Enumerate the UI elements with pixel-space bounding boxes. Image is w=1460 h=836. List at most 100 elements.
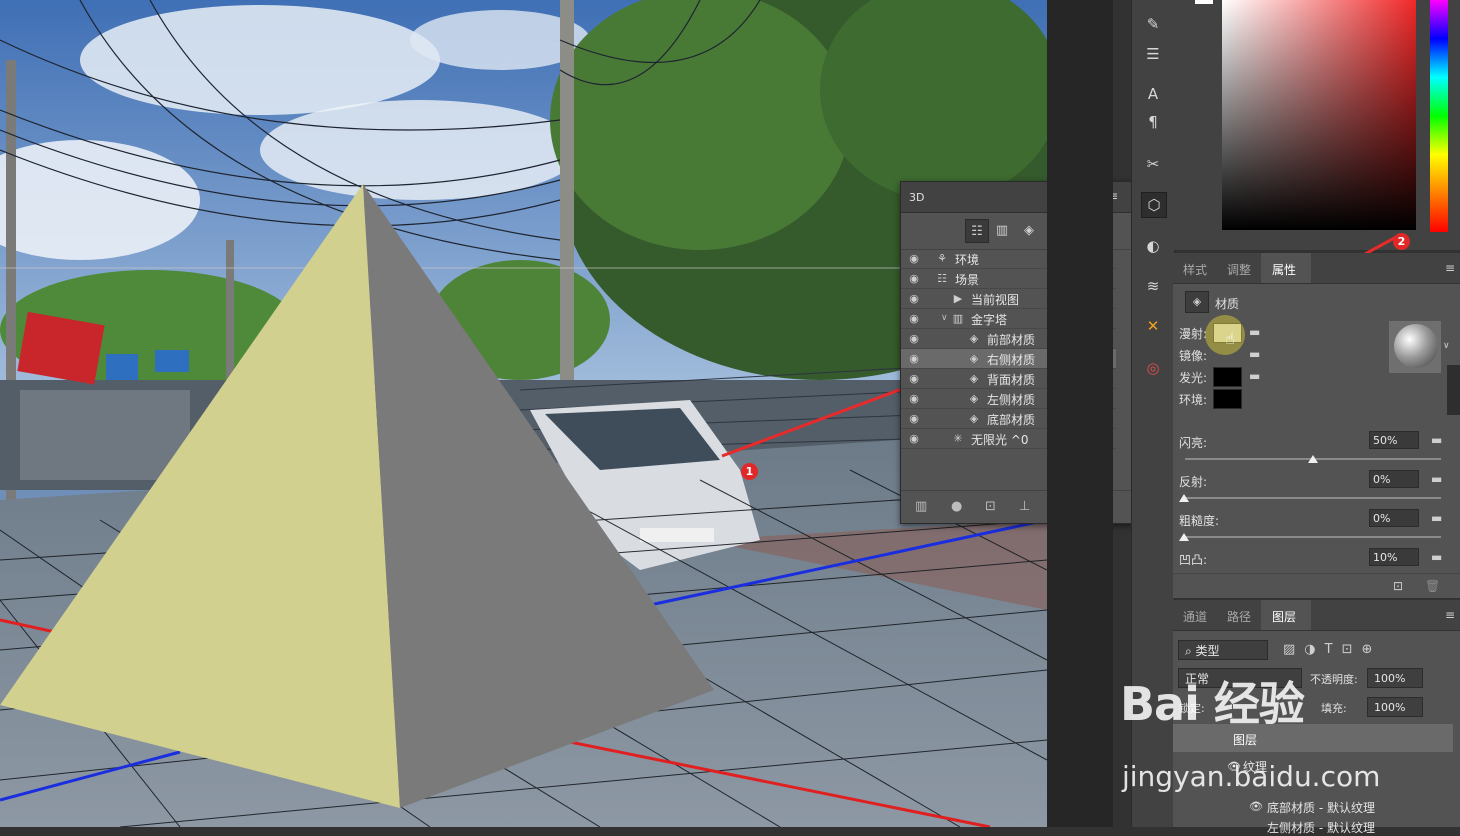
delete-material-icon[interactable]: 🗑 xyxy=(1425,579,1440,593)
blend-mode-select[interactable]: 正常 xyxy=(1178,668,1302,688)
diffuse-texture-folder-icon[interactable]: ▬ xyxy=(1249,325,1260,339)
tab-properties[interactable]: 属性 xyxy=(1272,261,1296,278)
panel-gutter xyxy=(1047,0,1113,827)
scene-render xyxy=(0,0,1047,827)
material-icon: ◈ xyxy=(969,372,979,385)
add-mesh-icon[interactable]: ▥ xyxy=(915,499,927,514)
material-icon: ◈ xyxy=(969,412,979,425)
ambient-color-swatch[interactable] xyxy=(1213,389,1242,409)
eye-icon[interactable]: ◉ xyxy=(907,432,921,445)
tool-presets-icon[interactable]: ✂ xyxy=(1141,152,1165,176)
eye-icon[interactable]: ◉ xyxy=(907,312,921,325)
character-icon[interactable]: A xyxy=(1141,82,1165,106)
texture-item-bottom[interactable]: 底部材质 - 默认纹理 xyxy=(1267,799,1375,816)
eye-icon[interactable]: ◉ xyxy=(907,352,921,365)
brush-settings-icon[interactable]: ✎ xyxy=(1141,12,1165,36)
annotation-marker-2: 2 xyxy=(1393,233,1410,250)
infinite-light-icon: ✳ xyxy=(953,432,963,445)
tree-row-label: 当前视图 xyxy=(971,293,1020,307)
illumination-color-swatch[interactable] xyxy=(1213,367,1242,387)
tab-channels[interactable]: 通道 xyxy=(1183,608,1207,625)
tree-row-label: 左侧材质 xyxy=(987,393,1036,407)
eye-icon[interactable]: ◉ xyxy=(907,372,921,385)
chevron-down-icon[interactable]: ∨ xyxy=(1443,341,1450,351)
scene-filter-icon[interactable]: ☷ xyxy=(965,219,989,243)
properties-panel: 样式 调整 属性 ≡ ◈ 材质 漫射: ☝ ▬ 镜像: ▬ 发光: ▬ 环境: … xyxy=(1173,253,1460,598)
specular-folder-icon[interactable]: ▬ xyxy=(1249,347,1260,361)
roughness-slider-knob[interactable] xyxy=(1179,533,1189,541)
color-wheel-icon[interactable]: ◎ xyxy=(1141,356,1165,380)
panel-menu-icon[interactable]: ≡ xyxy=(1445,261,1455,275)
tab-adjustments[interactable]: 调整 xyxy=(1227,261,1251,278)
camera-icon: ▶ xyxy=(953,292,963,305)
eye-icon[interactable]: ◉ xyxy=(907,292,921,305)
tools-icon[interactable]: ✕ xyxy=(1141,314,1165,338)
section-title: 材质 xyxy=(1215,297,1240,311)
eye-icon[interactable]: 👁 xyxy=(1227,760,1241,773)
bump-value[interactable]: 10% xyxy=(1369,548,1419,566)
tree-row-label: 前部材质 xyxy=(987,333,1036,347)
roughness-slider-track[interactable] xyxy=(1185,536,1441,538)
libraries-icon[interactable]: ≋ xyxy=(1141,274,1165,298)
3d-panel-icon[interactable]: ⬡ xyxy=(1141,192,1167,218)
specular-label: 镜像: xyxy=(1179,349,1208,363)
shine-label: 闪亮: xyxy=(1179,436,1208,450)
tab-styles[interactable]: 样式 xyxy=(1183,261,1207,278)
tree-row-label: 底部材质 xyxy=(987,413,1036,427)
drop-to-plane-icon[interactable]: ⊥ xyxy=(1019,499,1030,514)
tree-row-label: 无限光 ^0 xyxy=(971,433,1029,447)
eye-icon[interactable]: ◉ xyxy=(907,392,921,405)
layers-tabs: 通道 路径 图层 ≡ xyxy=(1173,600,1460,631)
brush-presets-icon[interactable]: ☰ xyxy=(1141,42,1165,66)
panel-dock: ✎ ☰ A ¶ ✂ ⬡ ◐ ≋ ✕ ◎ xyxy=(1131,0,1175,827)
illumination-folder-icon[interactable]: ▬ xyxy=(1249,369,1260,383)
material-icon: ◈ xyxy=(969,392,979,405)
panel-menu-icon[interactable]: ≡ xyxy=(1445,608,1455,622)
hand-cursor-icon: ☝ xyxy=(1225,329,1235,348)
render-icon[interactable]: ⊡ xyxy=(985,499,996,514)
roughness-value[interactable]: 0% xyxy=(1369,509,1419,527)
shine-slider-knob[interactable] xyxy=(1308,455,1318,463)
shine-folder-icon[interactable]: ▬ xyxy=(1431,433,1442,447)
material-filter-icon[interactable]: ◈ xyxy=(1018,219,1040,241)
reflection-value[interactable]: 0% xyxy=(1369,470,1419,488)
tab-paths[interactable]: 路径 xyxy=(1227,608,1251,625)
collapse-tab[interactable] xyxy=(1447,365,1460,415)
mesh-filter-icon[interactable]: ▥ xyxy=(991,219,1013,241)
eye-icon[interactable]: ◉ xyxy=(907,332,921,345)
material-icon: ◈ xyxy=(1185,291,1209,313)
layers-panel: 通道 路径 图层 ≡ ⌕ 类型 ▨◑T⊡⊕ 正常 不透明度: 100% 锁定: … xyxy=(1173,600,1460,835)
layer-filter-icons[interactable]: ▨◑T⊡⊕ xyxy=(1283,642,1381,657)
paragraph-icon[interactable]: ¶ xyxy=(1141,110,1165,134)
bump-folder-icon[interactable]: ▬ xyxy=(1431,550,1442,564)
roughness-folder-icon[interactable]: ▬ xyxy=(1431,511,1442,525)
reflection-slider-knob[interactable] xyxy=(1179,494,1189,502)
expand-arrow-icon[interactable]: ∨ xyxy=(941,313,948,323)
tab-layers[interactable]: 图层 xyxy=(1272,608,1296,625)
document-canvas[interactable]: 1 xyxy=(0,0,1047,827)
texture-item-left[interactable]: 左侧材质 - 默认纹理 xyxy=(1267,819,1375,836)
scene-icon: ☷ xyxy=(937,272,947,285)
eye-icon[interactable]: 👁 xyxy=(1249,800,1263,813)
reflection-slider-track[interactable] xyxy=(1185,497,1441,499)
reflection-folder-icon[interactable]: ▬ xyxy=(1431,472,1442,486)
new-material-icon[interactable]: ⊡ xyxy=(1393,579,1403,593)
lock-label: 锁定: xyxy=(1179,702,1205,715)
fill-value[interactable]: 100% xyxy=(1367,697,1423,717)
adjustments-icon[interactable]: ◐ xyxy=(1141,234,1165,258)
texture-label: 纹理 xyxy=(1243,760,1268,774)
tree-row-label: 右侧材质 xyxy=(987,353,1036,367)
opacity-value[interactable]: 100% xyxy=(1367,668,1423,688)
annotation-arrow-2 xyxy=(1350,234,1399,260)
eye-icon[interactable]: ◉ xyxy=(907,412,921,425)
layer-row-selected[interactable]: 图层 xyxy=(1173,724,1453,752)
eye-icon[interactable]: ◉ xyxy=(907,272,921,285)
ambient-label: 环境: xyxy=(1179,393,1208,407)
material-icon: ◈ xyxy=(969,352,979,365)
shine-value[interactable]: 50% xyxy=(1369,431,1419,449)
3d-panel-tab[interactable]: 3D xyxy=(909,191,924,204)
layer-filter-select[interactable]: ⌕ 类型 xyxy=(1178,640,1268,660)
eye-icon[interactable]: ◉ xyxy=(907,252,921,265)
add-light-icon[interactable]: ● xyxy=(951,499,962,514)
material-preview-sphere[interactable] xyxy=(1389,321,1441,373)
